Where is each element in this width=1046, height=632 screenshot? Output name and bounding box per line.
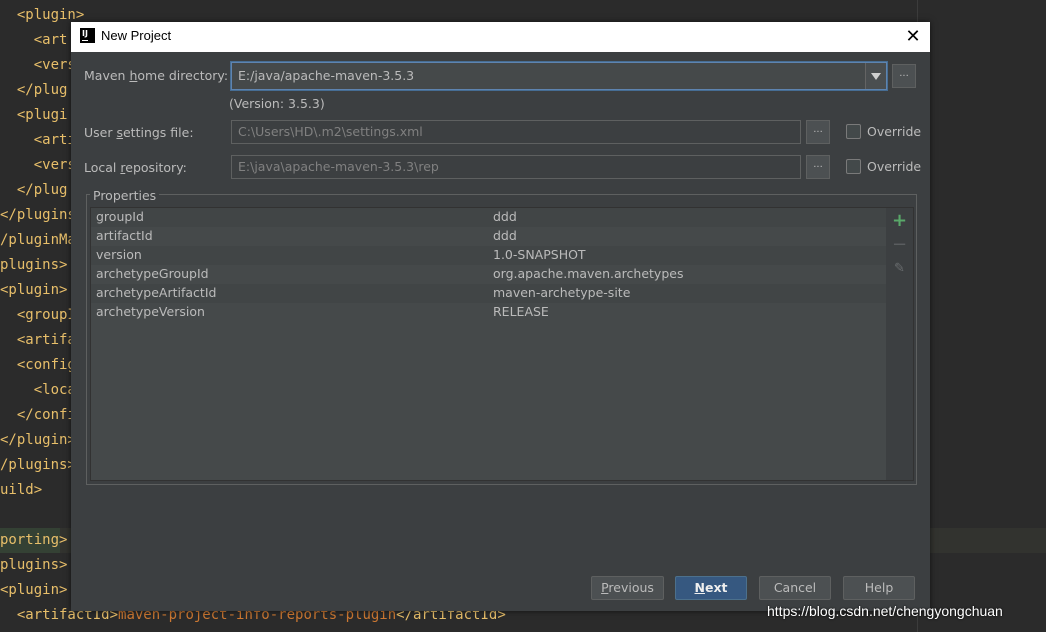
table-row[interactable]: archetypeVersion RELEASE [91, 303, 887, 322]
code-line: <artifa [16, 332, 76, 348]
new-project-dialog: IJ New Project ✕ Maven home directory: E… [71, 22, 930, 611]
property-key: artifactId [96, 228, 153, 243]
code-line: </plugin> [0, 432, 76, 448]
properties-legend: Properties [90, 188, 160, 203]
edit-icon[interactable]: ✎ [886, 259, 913, 279]
local-repository-browse-button[interactable]: ... [806, 155, 830, 179]
property-value: 1.0-SNAPSHOT [493, 247, 586, 262]
local-repository-label: Local repository: [84, 160, 187, 175]
code-line: uild> [0, 482, 43, 498]
table-row[interactable]: archetypeGroupId org.apache.maven.archety… [91, 265, 887, 284]
properties-toolbar: + − ✎ [886, 207, 914, 481]
property-value: RELEASE [493, 304, 549, 319]
code-line: <vers [33, 57, 76, 73]
watermark-text: https://blog.csdn.net/chengyongchuan [767, 603, 1003, 619]
user-settings-label: User settings file: [84, 125, 194, 140]
code-line: <config [16, 357, 76, 373]
code-line: <groupI [16, 307, 76, 323]
table-row[interactable]: version 1.0-SNAPSHOT [91, 246, 887, 265]
code-line: /plugins> [0, 457, 76, 473]
property-value: ddd [493, 228, 517, 243]
code-line: <art [33, 32, 68, 48]
table-row[interactable]: groupId ddd [91, 208, 887, 227]
local-repository-field[interactable]: E:\java\apache-maven-3.5.3\rep [231, 155, 801, 179]
code-line: porting> [0, 532, 68, 548]
property-key: archetypeArtifactId [96, 285, 217, 300]
combobox-dropdown-button[interactable] [865, 63, 886, 89]
code-line: </plug [16, 82, 68, 98]
maven-home-label: Maven home directory: [84, 68, 229, 83]
help-button[interactable]: Help [843, 576, 915, 600]
code-line: <plugin> [0, 582, 68, 598]
local-repository-override-checkbox[interactable] [846, 159, 861, 174]
code-line: </plugins [0, 207, 76, 223]
code-line: <loca [33, 382, 76, 398]
chevron-down-icon [871, 73, 881, 80]
maven-version-text: (Version: 3.5.3) [229, 96, 325, 111]
properties-table[interactable]: groupId ddd artifactId ddd version 1.0-SNAPSH… [90, 207, 888, 481]
code-line: </plug [16, 182, 68, 198]
local-repository-value: E:\java\apache-maven-3.5.3\rep [238, 159, 439, 174]
property-value: maven-archetype-site [493, 285, 631, 300]
close-icon[interactable]: ✕ [901, 25, 925, 49]
property-key: groupId [96, 209, 144, 224]
code-line: </confi [16, 407, 76, 423]
user-settings-field[interactable]: C:\Users\HD\.m2\settings.xml [231, 120, 801, 144]
user-settings-override-label[interactable]: Override [867, 124, 921, 139]
intellij-app-icon: IJ [80, 28, 95, 43]
user-settings-value: C:\Users\HD\.m2\settings.xml [238, 124, 423, 139]
code-line: <plugin> [0, 282, 68, 298]
code-line: <arti [33, 132, 76, 148]
code-line: <plugi [16, 107, 68, 123]
code-line: <vers [33, 157, 76, 173]
maven-home-value: E:/java/apache-maven-3.5.3 [238, 68, 415, 83]
dialog-title: New Project [101, 28, 172, 43]
code-line: plugins> [0, 257, 68, 273]
property-key: version [96, 247, 142, 262]
local-repository-override-label[interactable]: Override [867, 159, 921, 174]
code-line: plugins> [0, 557, 68, 573]
table-row[interactable]: artifactId ddd [91, 227, 887, 246]
cancel-button[interactable]: Cancel [759, 576, 831, 600]
property-value: ddd [493, 209, 517, 224]
remove-icon[interactable]: − [886, 235, 913, 255]
maven-home-combobox[interactable]: E:/java/apache-maven-3.5.3 [231, 62, 887, 90]
user-settings-browse-button[interactable]: ... [806, 120, 830, 144]
next-button[interactable]: Next [675, 576, 747, 600]
table-row[interactable]: archetypeArtifactId maven-archetype-site [91, 284, 887, 303]
property-key: archetypeVersion [96, 304, 205, 319]
property-key: archetypeGroupId [96, 266, 209, 281]
dialog-titlebar: IJ New Project ✕ [71, 22, 930, 52]
maven-home-browse-button[interactable]: ... [892, 64, 916, 88]
user-settings-override-checkbox[interactable] [846, 124, 861, 139]
property-value: org.apache.maven.archetypes [493, 266, 684, 281]
add-icon[interactable]: + [886, 211, 913, 231]
previous-button[interactable]: Previous [591, 576, 664, 600]
